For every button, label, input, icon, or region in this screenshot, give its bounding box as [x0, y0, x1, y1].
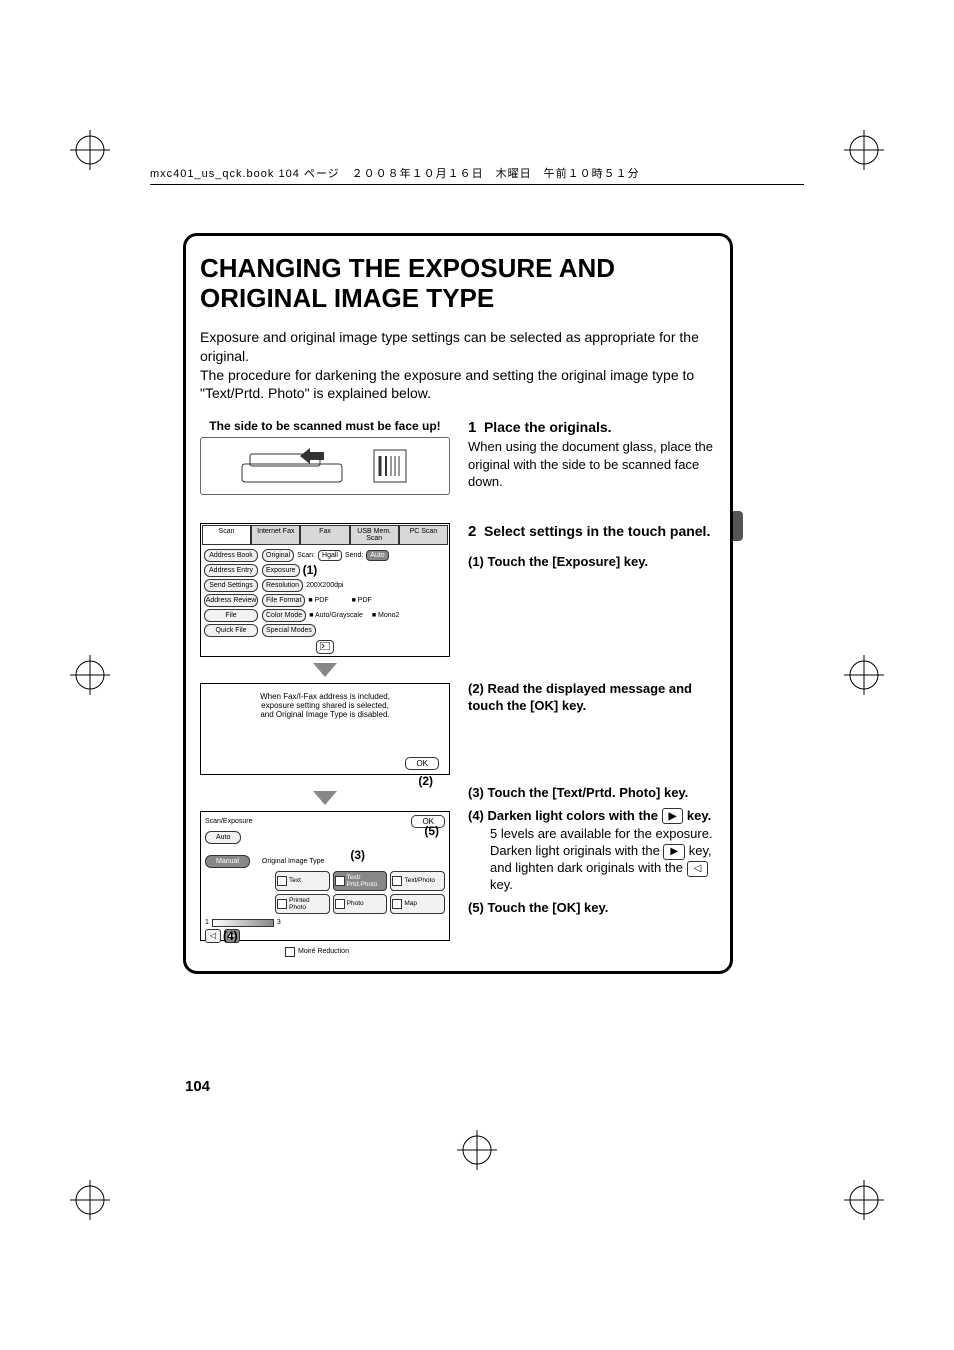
- msg-line-1: When Fax/I-Fax address is included,: [207, 692, 443, 701]
- tp1-val-scan: Scan:: [297, 552, 315, 559]
- step-1-number: 1: [468, 419, 476, 436]
- exposure-slider[interactable]: [212, 919, 274, 927]
- down-arrow-icon: [313, 663, 337, 677]
- touch-panel-screenshot-1: Scan Internet Fax Fax USB Mem. Scan PC S…: [200, 523, 450, 657]
- tp1-row-resolution[interactable]: Resolution: [262, 579, 303, 592]
- tp1-val-cm2: ■ Mono2: [372, 612, 400, 619]
- tp1-val-ff2: ■ PDF: [352, 597, 372, 604]
- map-type-icon: [392, 899, 402, 909]
- section-tab-nub: [733, 511, 743, 541]
- msg-line-2: exposure setting shared is selected,: [207, 701, 443, 710]
- touch-panel-screenshot-2: When Fax/I-Fax address is included, expo…: [200, 683, 450, 775]
- tp1-tab-usb[interactable]: USB Mem. Scan: [350, 525, 399, 545]
- exposure-lighten-button[interactable]: ◁: [205, 929, 221, 943]
- tp1-row-specialmodes[interactable]: Special Modes: [262, 624, 316, 637]
- scanner-illustration: [200, 437, 450, 495]
- tp1-btn-quickfile[interactable]: Quick File: [204, 624, 258, 637]
- tp1-btn-file[interactable]: File: [204, 609, 258, 622]
- callout-marker-3: (3): [350, 848, 365, 862]
- text-photo-type-icon: [392, 876, 402, 886]
- step-1-title: Place the originals.: [484, 419, 612, 435]
- content-frame: CHANGING THE EXPOSURE AND ORIGINAL IMAGE…: [183, 233, 733, 974]
- step-2-sub-5: (5) Touch the [OK] key.: [468, 900, 716, 917]
- callout-marker-2: (2): [418, 774, 433, 788]
- step-2-sub-3: (3) Touch the [Text/Prtd. Photo] key.: [468, 785, 716, 802]
- panel3-type-printed-photo[interactable]: Printed Photo: [275, 894, 330, 914]
- down-arrow-icon: [313, 791, 337, 805]
- panel3-type-text-photo[interactable]: Text/Photo: [390, 871, 445, 891]
- slider-from-label: 1: [205, 919, 209, 926]
- tp1-btn-addrentry[interactable]: Address Entry: [204, 564, 258, 577]
- text-prtd-photo-type-icon: [335, 876, 345, 886]
- tp1-btn-auto[interactable]: Auto: [366, 550, 388, 561]
- tp1-val-ff1: ■ PDF: [308, 597, 328, 604]
- intro-line-1: Exposure and original image type setting…: [200, 329, 699, 364]
- lighten-key-icon: ◁: [687, 861, 709, 877]
- panel3-type-map[interactable]: Map: [390, 894, 445, 914]
- touch-panel-screenshot-3: Scan/Exposure OK (5) Auto Manual Origina…: [200, 811, 450, 941]
- tp1-val-cm1: ■ Auto/Grayscale: [309, 612, 363, 619]
- callout-marker-1: (1): [303, 564, 318, 576]
- tp1-btn-addrbook[interactable]: Address Book: [204, 549, 258, 562]
- crop-mark-icon: [457, 1130, 497, 1170]
- print-header-strip: mxc401_us_qck.book 104 ページ ２００８年１０月１６日 木…: [150, 165, 804, 185]
- panel3-type-photo[interactable]: Photo: [333, 894, 388, 914]
- page-number: 104: [185, 1078, 210, 1095]
- tp1-tab-scan[interactable]: Scan: [202, 525, 251, 545]
- crop-mark-icon: [70, 130, 110, 170]
- tp1-tab-fax[interactable]: Fax: [300, 525, 349, 545]
- step-2-title: Select settings in the touch panel.: [484, 523, 710, 539]
- printed-photo-type-icon: [277, 899, 287, 909]
- crop-mark-icon: [844, 1180, 884, 1220]
- darken-key-icon: ▶: [663, 844, 685, 860]
- page-title: CHANGING THE EXPOSURE AND ORIGINAL IMAGE…: [200, 254, 716, 314]
- crop-mark-icon: [70, 655, 110, 695]
- moire-checkbox[interactable]: [285, 947, 295, 957]
- callout-marker-5: (5): [424, 824, 439, 838]
- step-2: 2 Select settings in the touch panel.: [468, 523, 716, 540]
- tp1-val-send: Send:: [345, 552, 363, 559]
- msg-ok-button[interactable]: OK: [405, 757, 439, 770]
- msg-line-3: and Original Image Type is disabled.: [207, 710, 443, 719]
- slider-to-label: 3: [277, 919, 281, 926]
- step-2-sub-4: (4) Darken light colors with the ▶ key. …: [468, 808, 716, 894]
- moire-label: Moiré Reduction: [298, 948, 349, 955]
- page-face-up-icon: [370, 446, 410, 486]
- crop-mark-icon: [844, 655, 884, 695]
- tp1-row-original[interactable]: Original: [262, 549, 294, 562]
- darken-key-icon: ▶: [662, 808, 684, 824]
- panel3-auto-button[interactable]: Auto: [205, 831, 241, 844]
- step-2-number: 2: [468, 523, 476, 540]
- intro-line-2: The procedure for darkening the exposure…: [200, 367, 694, 402]
- photo-type-icon: [335, 899, 345, 909]
- text-type-icon: [277, 876, 287, 886]
- panel3-title: Scan/Exposure: [205, 818, 252, 825]
- tp1-tab-ifax[interactable]: Internet Fax: [251, 525, 300, 545]
- step-2-sub-2: (2) Read the displayed message and touch…: [468, 681, 716, 715]
- tp1-row-exposure[interactable]: Exposure: [262, 564, 300, 577]
- step-2-sub-1: (1) Touch the [Exposure] key.: [468, 554, 716, 571]
- tp1-btn-sendset[interactable]: Send Settings: [204, 579, 258, 592]
- crop-mark-icon: [70, 1180, 110, 1220]
- tp1-btn-hgall[interactable]: Hgall: [318, 550, 342, 561]
- tp1-val-resolution: 200X200dpi: [306, 582, 343, 589]
- tp1-row-fileformat[interactable]: File Format: [262, 594, 305, 607]
- callout-marker-4: (4): [223, 929, 238, 943]
- tp1-row-colormode[interactable]: Color Mode: [262, 609, 306, 622]
- tp1-preview-icon[interactable]: [316, 640, 334, 654]
- step-1: 1 Place the originals. When using the do…: [468, 419, 716, 491]
- panel3-orig-type-label: Original Image Type: [262, 858, 325, 865]
- panel3-manual-button[interactable]: Manual: [205, 855, 250, 868]
- face-up-caption: The side to be scanned must be face up!: [200, 419, 450, 433]
- panel3-type-text-prtd-photo[interactable]: Text/ Prtd.Photo: [333, 871, 388, 891]
- tp1-btn-addrreview[interactable]: Address Review: [204, 594, 258, 607]
- adf-scanner-icon: [240, 446, 360, 486]
- panel3-type-text[interactable]: Text: [275, 871, 330, 891]
- crop-mark-icon: [844, 130, 884, 170]
- tp1-tab-pcscan[interactable]: PC Scan: [399, 525, 448, 545]
- step-1-body: When using the document glass, place the…: [468, 438, 716, 491]
- intro-text: Exposure and original image type setting…: [200, 328, 716, 404]
